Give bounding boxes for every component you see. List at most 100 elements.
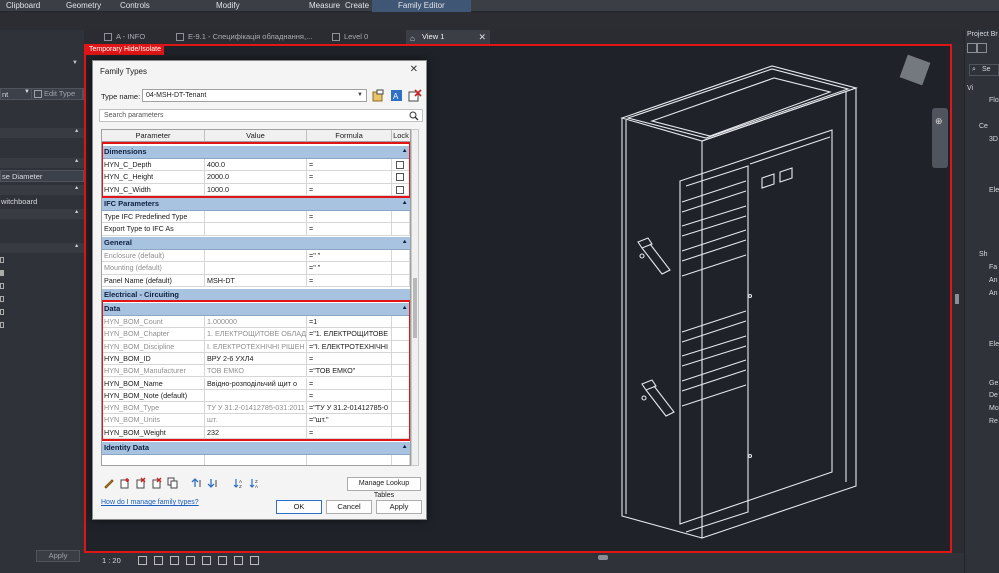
help-link[interactable]: How do I manage family types?	[101, 499, 199, 506]
param-formula[interactable]: =" "	[307, 262, 392, 275]
scrollbar-thumb[interactable]	[413, 278, 417, 338]
sun-path-icon[interactable]	[170, 556, 179, 565]
group-header[interactable]: ⯅	[0, 243, 84, 253]
table-row[interactable]: Panel Name (default) MSH-DT =	[102, 274, 410, 287]
ribbon-tab-family-editor[interactable]: Family Editor	[372, 0, 471, 12]
group-identity-data[interactable]: Identity Data ⯅	[102, 442, 410, 455]
param-field[interactable]: se Diameter	[0, 170, 84, 182]
param-value[interactable]	[205, 223, 307, 236]
vertical-scrollbar[interactable]	[955, 294, 959, 304]
ribbon-tab-geometry[interactable]: Geometry	[66, 0, 101, 12]
browser-search-icon[interactable]	[967, 43, 977, 53]
browser-item[interactable]: Re	[989, 418, 998, 428]
group-general[interactable]: General ⯅	[102, 237, 410, 250]
browser-item[interactable]: Vi	[967, 85, 973, 95]
crop-view-icon[interactable]	[202, 556, 211, 565]
column-header-formula[interactable]: Formula	[307, 130, 392, 142]
checkbox[interactable]	[0, 296, 4, 302]
temporary-hide-icon[interactable]	[218, 556, 227, 565]
table-row[interactable]: Mounting (default) =" "	[102, 262, 410, 275]
edit-type-button[interactable]: Edit Type	[31, 88, 83, 100]
group-header[interactable]: ⯅	[0, 209, 84, 219]
checkbox[interactable]	[0, 322, 4, 328]
checkbox[interactable]	[0, 257, 4, 263]
sort-ascending-icon[interactable]: AZ	[233, 477, 245, 489]
view-tab-a-info[interactable]: A - INFO	[100, 30, 170, 44]
param-formula[interactable]: =	[307, 211, 392, 224]
copy-parameter-icon[interactable]	[167, 477, 179, 489]
ribbon-tab-clipboard[interactable]: Clipboard	[6, 0, 40, 12]
browser-options-icon[interactable]	[977, 43, 987, 53]
param-value[interactable]	[205, 262, 307, 275]
browser-search-field[interactable]: ⌕ Se	[969, 64, 999, 76]
chevron-down-icon[interactable]: ▼	[72, 60, 78, 66]
browser-item[interactable]: Flo	[989, 97, 999, 107]
view-scale[interactable]: 1 : 20	[102, 556, 121, 565]
param-value[interactable]	[205, 250, 307, 263]
table-row[interactable]: Type IFC Predefined Type =	[102, 211, 410, 224]
new-type-icon[interactable]	[371, 89, 385, 102]
ribbon-tab-controls[interactable]: Controls	[120, 0, 150, 12]
checkbox[interactable]	[0, 283, 4, 289]
move-down-icon[interactable]	[207, 477, 219, 489]
delete-parameter-icon[interactable]	[135, 477, 147, 489]
ribbon-tab-modify[interactable]: Modify	[216, 0, 240, 12]
type-name-dropdown[interactable]: 04-MSH-DT-Tenant ▼	[142, 89, 367, 102]
navigation-bar[interactable]: ⊕	[932, 108, 948, 168]
new-parameter-icon[interactable]	[119, 477, 131, 489]
param-formula[interactable]: =	[307, 274, 392, 287]
checkbox[interactable]	[0, 309, 4, 315]
visual-style-icon[interactable]	[154, 556, 163, 565]
close-icon[interactable]: ✕	[478, 30, 486, 44]
zoom-icon[interactable]: ⊕	[935, 116, 943, 127]
edit-parameter-icon[interactable]	[103, 477, 115, 489]
group-ifc-parameters[interactable]: IFC Parameters ⯅	[102, 198, 410, 211]
table-scrollbar[interactable]	[411, 129, 419, 466]
browser-item[interactable]: Ce	[979, 123, 988, 133]
manage-lookup-tables-button[interactable]: Manage Lookup Tables	[347, 477, 421, 499]
group-header[interactable]: ⯅	[0, 128, 84, 138]
column-header-value[interactable]: Value	[205, 130, 307, 142]
shared-parameter-icon[interactable]	[151, 477, 163, 489]
param-field[interactable]: witchboard	[0, 196, 84, 206]
rename-type-icon[interactable]: A	[390, 89, 404, 102]
sort-descending-icon[interactable]: ZA	[249, 477, 261, 489]
browser-item[interactable]: An	[989, 277, 998, 287]
column-header-parameter[interactable]: Parameter	[102, 130, 205, 142]
browser-item[interactable]: Ele	[989, 187, 999, 197]
browser-item[interactable]: De	[989, 392, 998, 402]
cancel-button[interactable]: Cancel	[326, 500, 372, 514]
column-header-lock[interactable]: Lock	[392, 130, 410, 142]
move-up-icon[interactable]	[191, 477, 203, 489]
browser-item[interactable]: Mo	[989, 405, 999, 415]
close-icon[interactable]: ✕	[410, 64, 418, 75]
ok-button[interactable]: OK	[276, 500, 322, 514]
browser-item[interactable]: Ele	[989, 341, 999, 351]
view-tab-level-0[interactable]: Level 0	[328, 30, 404, 44]
table-row[interactable]	[102, 455, 410, 465]
detail-level-icon[interactable]	[138, 556, 147, 565]
shadows-icon[interactable]	[186, 556, 195, 565]
browser-item[interactable]: Fa	[989, 264, 997, 274]
search-parameters-input[interactable]: Search parameters	[99, 109, 423, 122]
param-value[interactable]	[205, 211, 307, 224]
table-row[interactable]: Export Type to IFC As =	[102, 223, 410, 236]
view-tab-e-9-1[interactable]: E-9.1 - Специфікація обладнання,...	[172, 30, 326, 44]
ribbon-tab-measure[interactable]: Measure	[309, 0, 340, 12]
group-header[interactable]: ⯅	[0, 185, 84, 195]
ribbon-tab-create[interactable]: Create	[345, 0, 369, 12]
properties-apply-button[interactable]: Apply	[36, 550, 80, 562]
param-formula[interactable]: =" "	[307, 250, 392, 263]
browser-item[interactable]: 3D	[989, 136, 998, 146]
browser-item[interactable]: Ge	[989, 380, 998, 390]
reveal-hidden-icon[interactable]	[234, 556, 243, 565]
param-value[interactable]: MSH-DT	[205, 274, 307, 287]
browser-item[interactable]: An	[989, 290, 998, 300]
apply-button[interactable]: Apply	[376, 500, 422, 514]
view-tab-view-1[interactable]: ⌂ View 1 ✕	[406, 30, 490, 44]
checkbox[interactable]	[0, 270, 4, 276]
horizontal-scrollbar[interactable]	[598, 555, 608, 560]
delete-type-icon[interactable]	[408, 89, 422, 102]
group-header[interactable]: ⯅	[0, 158, 84, 168]
lock-3d-view-icon[interactable]	[250, 556, 259, 565]
